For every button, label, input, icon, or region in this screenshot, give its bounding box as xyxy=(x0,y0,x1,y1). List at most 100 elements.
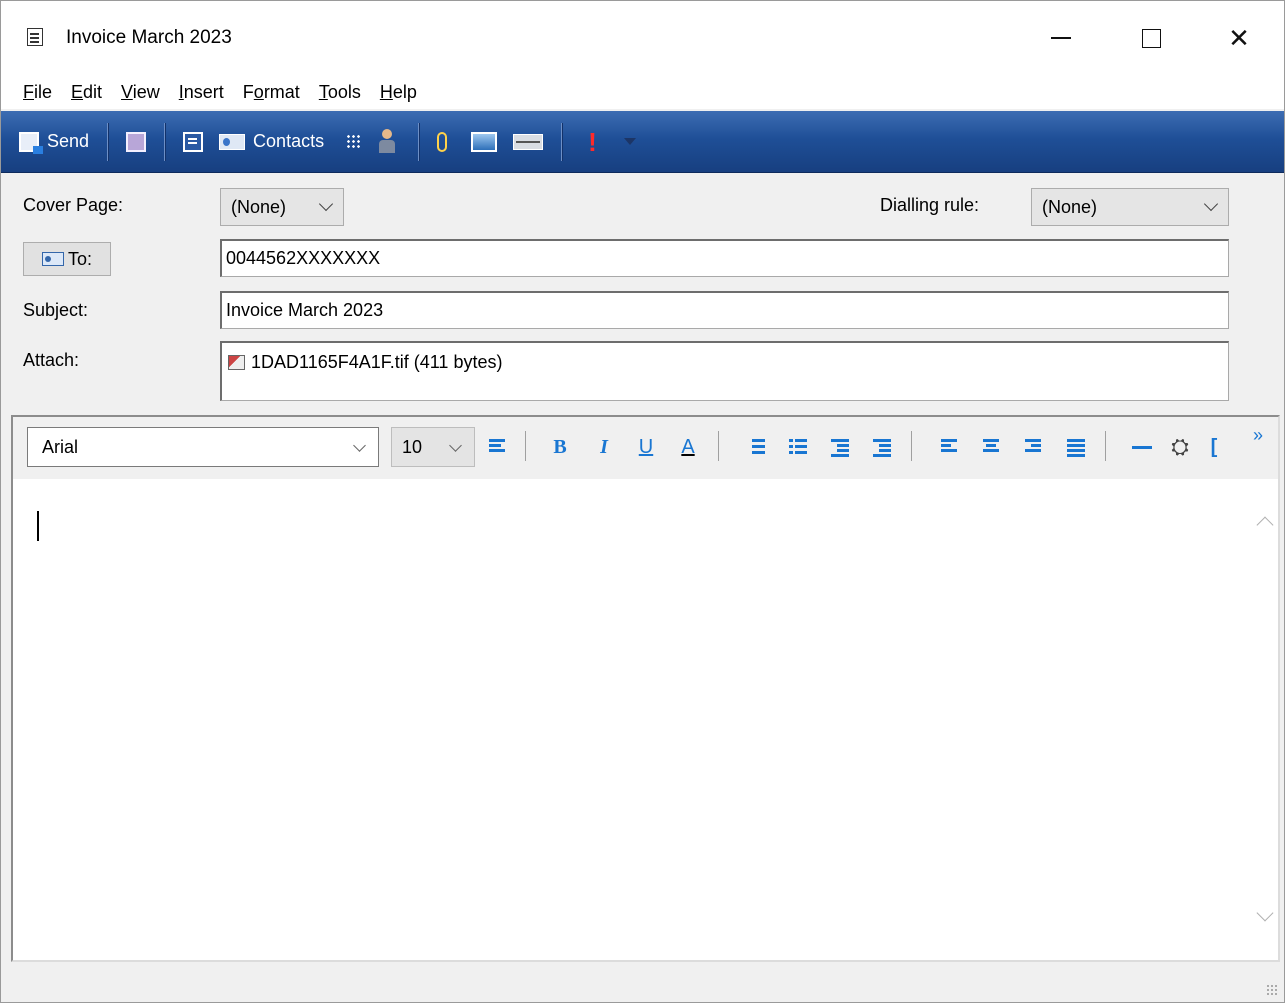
format-separator xyxy=(718,431,719,461)
menu-tools[interactable]: Tools xyxy=(315,82,365,103)
attachment-item[interactable]: 1DAD1165F4A1F.tif (411 bytes) xyxy=(228,352,502,373)
scanner-icon xyxy=(513,133,544,150)
grid-icon xyxy=(346,133,363,150)
image-icon xyxy=(471,131,498,152)
paragraph-icon xyxy=(489,439,507,455)
close-button[interactable]: ✕ xyxy=(1209,13,1269,63)
page-icon xyxy=(183,131,204,152)
horizontal-line-icon xyxy=(1132,445,1152,449)
cover-page-label: Cover Page: xyxy=(23,195,124,215)
user-check-icon xyxy=(378,128,400,155)
align-left-button[interactable] xyxy=(935,431,965,463)
scroll-up-icon[interactable] xyxy=(1256,516,1274,534)
font-size-value: 10 xyxy=(402,436,423,457)
message-editor: Arial 10 B I U A ⛭ [» xyxy=(11,415,1280,962)
scan-button[interactable] xyxy=(505,122,551,162)
indent-icon xyxy=(873,439,891,457)
priority-dropdown-arrow[interactable] xyxy=(624,138,637,145)
justify-icon xyxy=(1067,439,1085,457)
menu-help[interactable]: Help xyxy=(376,82,421,103)
exclamation-icon: ! xyxy=(588,126,597,157)
document-icon xyxy=(27,28,43,46)
insert-link-button[interactable]: [ xyxy=(1199,431,1229,463)
attach-file-button[interactable] xyxy=(429,122,455,162)
main-toolbar: Send Contacts ! xyxy=(1,111,1284,173)
align-right-icon xyxy=(1025,439,1043,455)
menu-edit[interactable]: Edit xyxy=(67,82,106,103)
send-button[interactable]: Send xyxy=(11,122,89,162)
paperclip-icon xyxy=(437,131,448,152)
format-toolbar: Arial 10 B I U A ⛭ [» xyxy=(13,417,1278,479)
align-center-button[interactable] xyxy=(977,431,1007,463)
contacts-button[interactable]: Contacts xyxy=(211,122,324,162)
paragraph-style-button[interactable] xyxy=(483,431,513,463)
find-replace-button[interactable]: ⛭ xyxy=(1165,431,1195,463)
attachments-list[interactable]: 1DAD1165F4A1F.tif (411 bytes) xyxy=(220,341,1229,401)
scroll-down-icon[interactable] xyxy=(1256,904,1274,922)
format-separator xyxy=(1105,431,1106,461)
cover-page-select[interactable]: (None) xyxy=(220,188,344,226)
horizontal-rule-button[interactable] xyxy=(1127,431,1157,463)
resize-grip-icon[interactable] xyxy=(1266,984,1278,996)
bracket-icon: [ xyxy=(1210,435,1218,458)
chevron-down-icon xyxy=(353,439,366,452)
chevron-down-icon xyxy=(1203,196,1219,212)
subject-label: Subject: xyxy=(23,300,89,320)
toolbar-separator xyxy=(164,122,166,161)
toolbar-separator xyxy=(418,122,420,161)
priority-button[interactable]: ! xyxy=(580,122,604,162)
justify-button[interactable] xyxy=(1061,431,1091,463)
maximize-button[interactable] xyxy=(1121,13,1181,63)
underline-button[interactable]: U xyxy=(631,431,661,463)
send-label: Send xyxy=(47,131,90,151)
bold-button[interactable]: B xyxy=(545,431,575,463)
dialling-rule-select[interactable]: (None) xyxy=(1031,188,1229,226)
bullet-list-button[interactable] xyxy=(783,431,813,463)
text-caret xyxy=(37,511,39,541)
dialling-rule-label: Dialling rule: xyxy=(880,195,980,215)
menu-file[interactable]: File xyxy=(19,82,56,103)
title-bar: Invoice March 2023 ✕ xyxy=(1,1,1284,75)
menu-format[interactable]: Format xyxy=(239,82,304,103)
chevron-down-icon xyxy=(449,439,462,452)
binoculars-icon: ⛭ xyxy=(1171,434,1189,459)
font-select[interactable]: Arial xyxy=(27,427,379,467)
check-names-button[interactable] xyxy=(370,122,408,162)
toolbar-overflow-button[interactable]: » xyxy=(1253,425,1263,446)
minimize-button[interactable] xyxy=(1031,13,1091,63)
font-color-button[interactable]: A xyxy=(673,431,703,463)
keypad-button[interactable] xyxy=(338,122,370,162)
subject-field[interactable]: Invoice March 2023 xyxy=(220,291,1229,329)
attachment-name: 1DAD1165F4A1F.tif (411 bytes) xyxy=(251,352,503,372)
close-icon: ✕ xyxy=(1228,22,1250,53)
increase-indent-button[interactable] xyxy=(867,431,897,463)
tif-image-icon xyxy=(228,355,245,370)
save-button[interactable] xyxy=(118,122,154,162)
menu-insert[interactable]: Insert xyxy=(175,82,228,103)
font-value: Arial xyxy=(42,436,79,457)
format-separator xyxy=(911,431,912,461)
to-button[interactable]: To: xyxy=(23,242,111,276)
attach-label: Attach: xyxy=(23,350,80,370)
align-center-icon xyxy=(983,439,1001,455)
save-icon xyxy=(126,131,147,152)
decrease-indent-button[interactable] xyxy=(825,431,855,463)
menu-view[interactable]: View xyxy=(117,82,164,103)
align-right-button[interactable] xyxy=(1019,431,1049,463)
message-body[interactable] xyxy=(13,479,1253,960)
outdent-icon xyxy=(831,439,849,457)
to-label: To: xyxy=(67,248,92,269)
dialling-rule-value: (None) xyxy=(1042,196,1098,217)
font-size-select[interactable]: 10 xyxy=(391,427,475,467)
vertical-scrollbar[interactable] xyxy=(1253,479,1278,960)
toolbar-separator xyxy=(107,122,109,161)
numbered-list-button[interactable] xyxy=(741,431,771,463)
insert-image-button[interactable] xyxy=(463,122,505,162)
maximize-icon xyxy=(1141,28,1161,48)
numbered-list-icon xyxy=(747,439,765,455)
cover-page-button[interactable] xyxy=(175,122,211,162)
cover-page-value: (None) xyxy=(231,196,287,217)
to-field[interactable]: 0044562XXXXXXX xyxy=(220,239,1229,277)
italic-button[interactable]: I xyxy=(589,431,619,463)
format-separator xyxy=(525,431,526,461)
